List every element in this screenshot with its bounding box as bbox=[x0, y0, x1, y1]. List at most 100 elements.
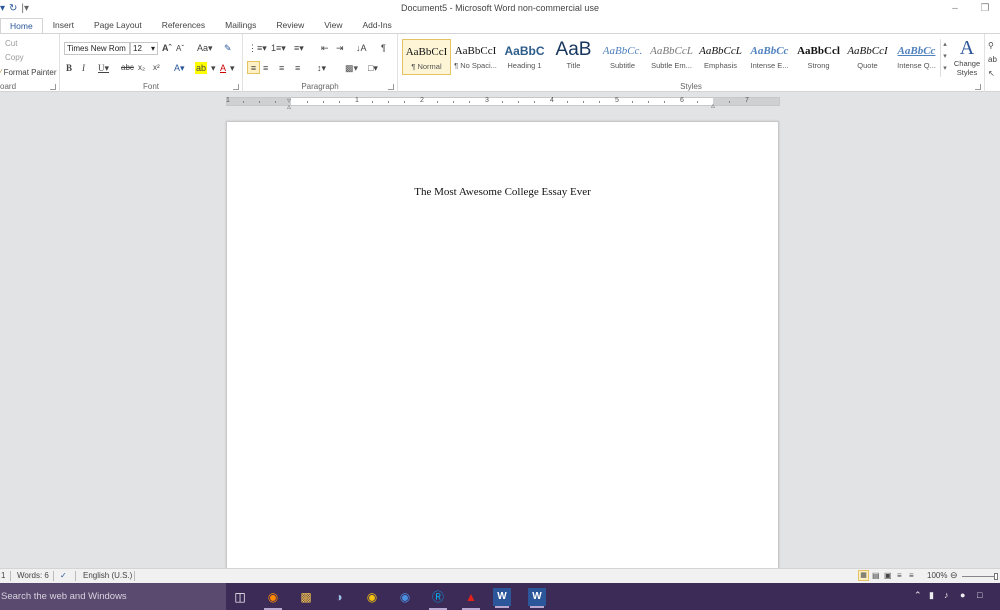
style-heading-1[interactable]: AaBbC Heading 1 bbox=[500, 39, 549, 75]
proofing-icon[interactable]: ✓ bbox=[60, 571, 67, 580]
document-page[interactable]: The Most Awesome College Essay Ever bbox=[226, 121, 779, 568]
tab-review[interactable]: Review bbox=[266, 17, 314, 33]
font-color-dropdown-icon[interactable]: ▾ bbox=[230, 62, 235, 74]
acrobat-icon[interactable]: ▲ bbox=[460, 586, 482, 610]
font-size-select[interactable]: 12 ▾ bbox=[130, 42, 158, 55]
file-explorer-icon[interactable]: ▩ bbox=[295, 586, 317, 608]
print-layout-icon[interactable]: ▦ bbox=[858, 570, 869, 581]
zoom-out-icon[interactable]: ⊖ bbox=[950, 571, 958, 580]
align-center-icon[interactable]: ≡ bbox=[263, 62, 268, 74]
zoom-level[interactable]: 100% bbox=[927, 571, 947, 580]
word-icon[interactable]: W bbox=[528, 588, 546, 608]
replace-icon[interactable]: ab bbox=[988, 54, 997, 66]
restore-icon[interactable]: ❐ bbox=[970, 3, 1000, 14]
italic-icon[interactable]: I bbox=[82, 62, 85, 74]
find-icon[interactable]: ⚲ bbox=[988, 40, 994, 52]
align-right-icon[interactable]: ≡ bbox=[279, 62, 284, 74]
styles-gallery-scroll[interactable]: ▴ ▾ ▾ bbox=[940, 39, 949, 77]
document-title-text[interactable]: The Most Awesome College Essay Ever bbox=[227, 186, 778, 198]
zoom-slider-thumb[interactable] bbox=[994, 573, 998, 580]
battery-icon[interactable]: ▮ bbox=[929, 590, 934, 601]
font-name-select[interactable]: Times New Rom▾ bbox=[64, 42, 130, 55]
chrome-icon[interactable]: ◉ bbox=[361, 586, 383, 608]
highlight-icon[interactable]: ab bbox=[195, 62, 208, 74]
tab-references[interactable]: References bbox=[152, 17, 215, 33]
clipboard-launcher-icon[interactable] bbox=[50, 84, 56, 90]
line-spacing-icon[interactable]: ↕▾ bbox=[317, 62, 326, 74]
sort-icon[interactable]: ↓A bbox=[356, 42, 367, 54]
network-app-icon[interactable]: ◑ bbox=[328, 586, 350, 608]
style-no-spacing[interactable]: AaBbCcI ¶ No Spaci... bbox=[451, 39, 500, 75]
taskbar-search-box[interactable]: Search the web and Windows bbox=[0, 583, 226, 610]
numbering-icon[interactable]: 1≡▾ bbox=[271, 42, 286, 54]
page-number[interactable]: 1 bbox=[1, 571, 5, 580]
full-screen-reading-icon[interactable]: ▤ bbox=[872, 571, 880, 580]
select-icon[interactable]: ↖ bbox=[988, 68, 995, 80]
increase-indent-icon[interactable]: ⇥ bbox=[336, 42, 344, 54]
underline-icon[interactable]: U▾ bbox=[98, 62, 109, 74]
volume-icon[interactable]: ♪ bbox=[944, 590, 949, 600]
shrink-font-icon[interactable]: Aˇ bbox=[176, 43, 184, 55]
format-painter-button[interactable]: ⁄ Format Painter bbox=[0, 68, 56, 77]
web-layout-icon[interactable]: ▣ bbox=[884, 571, 892, 580]
style-quote[interactable]: AaBbCcI Quote bbox=[843, 39, 892, 75]
styles-launcher-icon[interactable] bbox=[975, 84, 981, 90]
task-view-icon[interactable]: ◫ bbox=[229, 586, 251, 608]
copy-button[interactable]: Copy bbox=[5, 53, 24, 62]
scroll-up-icon[interactable]: ▴ bbox=[941, 39, 949, 51]
shading-icon[interactable]: ▩▾ bbox=[345, 62, 358, 74]
notifications-icon[interactable]: □ bbox=[977, 590, 982, 600]
style-intense-emphasis[interactable]: AaBbCc Intense E... bbox=[745, 39, 794, 75]
multilevel-list-icon[interactable]: ≡▾ bbox=[294, 42, 304, 54]
style-intense-quote[interactable]: AaBbCc Intense Q... bbox=[892, 39, 941, 75]
strikethrough-icon[interactable]: abc bbox=[121, 62, 134, 74]
network-icon[interactable]: ● bbox=[960, 590, 965, 600]
word-count[interactable]: Words: 6 bbox=[17, 571, 49, 580]
zoom-slider-track[interactable] bbox=[962, 576, 996, 577]
borders-icon[interactable]: □▾ bbox=[368, 62, 378, 74]
highlight-dropdown-icon[interactable]: ▾ bbox=[211, 62, 216, 74]
justify-icon[interactable]: ≡ bbox=[295, 62, 300, 74]
language-indicator[interactable]: English (U.S.) bbox=[83, 571, 132, 580]
tab-add-ins[interactable]: Add-Ins bbox=[353, 17, 402, 33]
decrease-indent-icon[interactable]: ⇤ bbox=[321, 42, 329, 54]
style-strong[interactable]: AaBbCcl Strong bbox=[794, 39, 843, 75]
superscript-icon[interactable]: x² bbox=[153, 62, 160, 74]
font-color-icon[interactable]: A bbox=[220, 62, 226, 74]
style-subtle-emphasis[interactable]: AaBbCcL Subtle Em... bbox=[647, 39, 696, 75]
word-icon[interactable]: W bbox=[493, 588, 511, 608]
style-subtitle[interactable]: AaBbCc. Subtitle bbox=[598, 39, 647, 75]
tab-page-layout[interactable]: Page Layout bbox=[84, 17, 152, 33]
minimize-icon[interactable]: – bbox=[940, 3, 970, 14]
tab-insert[interactable]: Insert bbox=[43, 17, 84, 33]
style-title[interactable]: AaB Title bbox=[549, 39, 598, 75]
scroll-down-icon[interactable]: ▾ bbox=[941, 51, 949, 63]
clear-formatting-icon[interactable]: ✎ bbox=[224, 42, 232, 54]
subscript-icon[interactable]: x₂ bbox=[138, 62, 145, 74]
align-left-icon[interactable]: ≡ bbox=[247, 61, 260, 74]
paragraph-launcher-icon[interactable] bbox=[388, 84, 394, 90]
firefox-icon[interactable]: ◉ bbox=[262, 586, 284, 610]
more-styles-icon[interactable]: ▾ bbox=[941, 63, 949, 75]
outline-icon[interactable]: ≡ bbox=[897, 571, 902, 580]
right-indent-marker[interactable]: ▵ bbox=[711, 102, 715, 110]
grow-font-icon[interactable]: Aˆ bbox=[162, 42, 172, 54]
bold-icon[interactable]: B bbox=[66, 62, 72, 74]
font-launcher-icon[interactable] bbox=[233, 84, 239, 90]
change-case-icon[interactable]: Aa▾ bbox=[197, 42, 213, 54]
app-icon-blue[interactable]: ◉ bbox=[394, 586, 416, 608]
tab-home[interactable]: Home bbox=[0, 18, 43, 34]
draft-icon[interactable]: ≡ bbox=[909, 571, 914, 580]
horizontal-ruler[interactable]: 1 1 2 3 4 5 6 7 ▿ ▵ ▵ bbox=[226, 97, 780, 111]
hanging-indent-marker[interactable]: ▵ bbox=[287, 103, 291, 111]
cut-button[interactable]: Cut bbox=[5, 39, 17, 48]
show-formatting-icon[interactable]: ¶ bbox=[381, 42, 386, 54]
document-area[interactable]: 1 1 2 3 4 5 6 7 ▿ ▵ ▵ The Most Awesome C… bbox=[0, 92, 1000, 568]
bullets-icon[interactable]: ⋮≡▾ bbox=[248, 42, 267, 54]
show-hidden-icons-icon[interactable]: ⌃ bbox=[914, 590, 922, 601]
tab-view[interactable]: View bbox=[314, 17, 352, 33]
change-styles-button[interactable]: A Change Styles bbox=[951, 37, 983, 81]
skype-icon[interactable]: Ⓡ bbox=[427, 586, 449, 610]
text-effects-icon[interactable]: A▾ bbox=[174, 62, 185, 74]
style-emphasis[interactable]: AaBbCcL Emphasis bbox=[696, 39, 745, 75]
